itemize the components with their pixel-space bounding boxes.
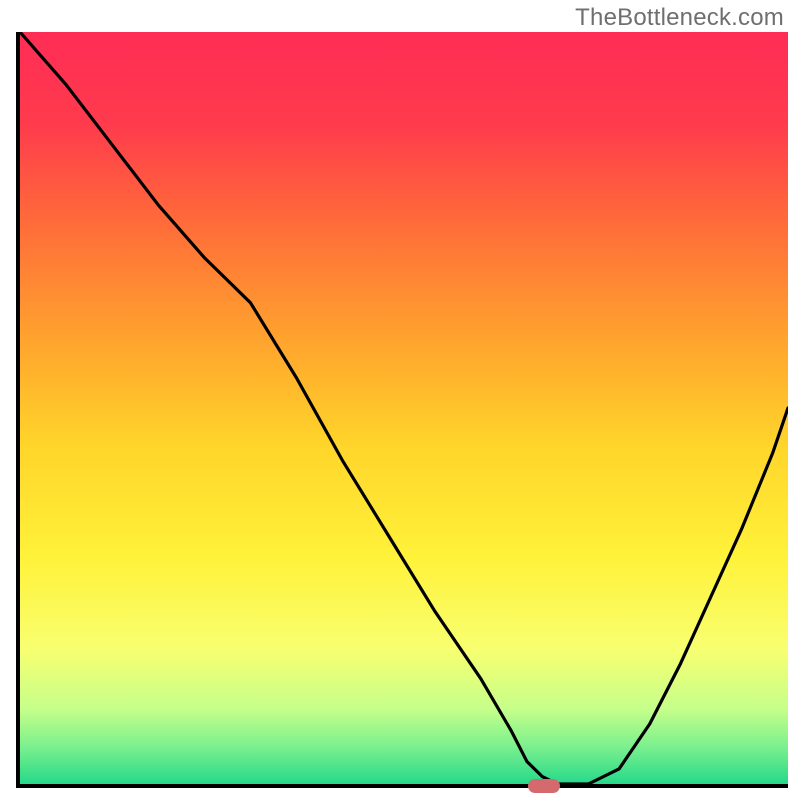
chart-svg [20,32,788,784]
chart-container: TheBottleneck.com [0,0,800,800]
gradient-background [20,32,788,784]
watermark-text: TheBottleneck.com [575,4,784,32]
optimal-point-marker [528,779,560,793]
plot-area [16,32,788,788]
